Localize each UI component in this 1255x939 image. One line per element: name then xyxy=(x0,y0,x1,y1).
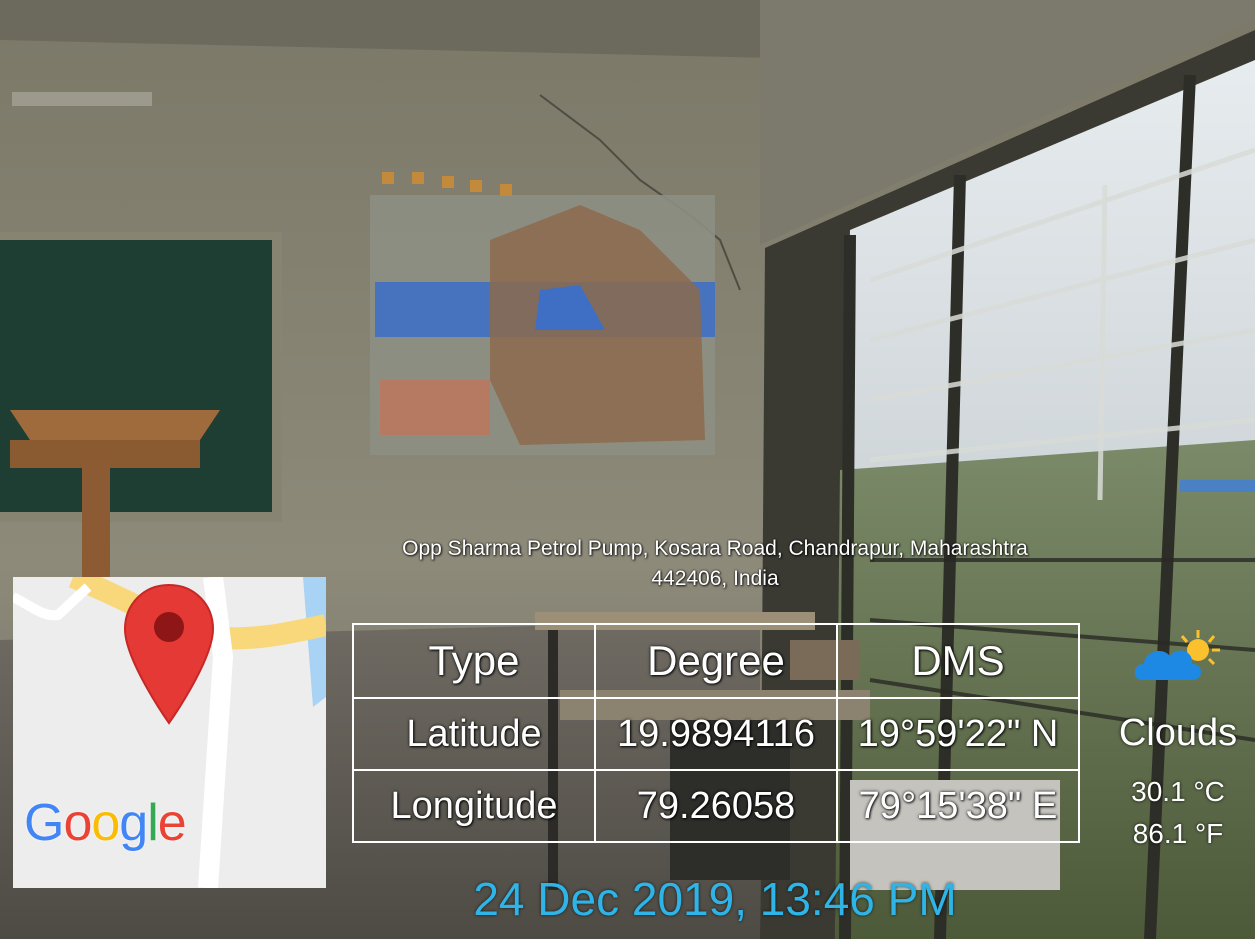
map-pin-icon xyxy=(123,583,215,725)
header-dms: DMS xyxy=(836,623,1080,699)
header-degree: Degree xyxy=(594,623,838,699)
timestamp: 24 Dec 2019, 13:46 PM xyxy=(473,873,957,925)
latitude-label: Latitude xyxy=(352,697,596,771)
longitude-dms: 79°15'38" E xyxy=(836,769,1080,843)
temperature-fahrenheit: 86.1 °F xyxy=(1132,818,1224,849)
temperature-celsius: 30.1 °C xyxy=(1131,776,1225,807)
address-text: Opp Sharma Petrol Pump, Kosara Road, Cha… xyxy=(330,534,1100,594)
google-logo: Google xyxy=(24,794,187,852)
coordinates-table: Type Degree DMS Latitude 19.9894116 19°5… xyxy=(352,623,1080,843)
longitude-degree: 79.26058 xyxy=(594,769,838,843)
coordinates-header-row: Type Degree DMS xyxy=(352,623,1080,699)
latitude-degree: 19.9894116 xyxy=(594,697,838,771)
header-type: Type xyxy=(352,623,596,699)
address-line-1: Opp Sharma Petrol Pump, Kosara Road, Cha… xyxy=(402,537,1028,560)
cloud-sun-icon xyxy=(1134,630,1220,680)
table-row-longitude: Longitude 79.26058 79°15'38" E xyxy=(352,769,1080,843)
weather-condition: Clouds xyxy=(1118,712,1238,754)
longitude-label: Longitude xyxy=(352,769,596,843)
address-line-2: 442406, India xyxy=(651,567,779,590)
latitude-dms: 19°59'22" N xyxy=(836,697,1080,771)
table-row-latitude: Latitude 19.9894116 19°59'22" N xyxy=(352,697,1080,771)
